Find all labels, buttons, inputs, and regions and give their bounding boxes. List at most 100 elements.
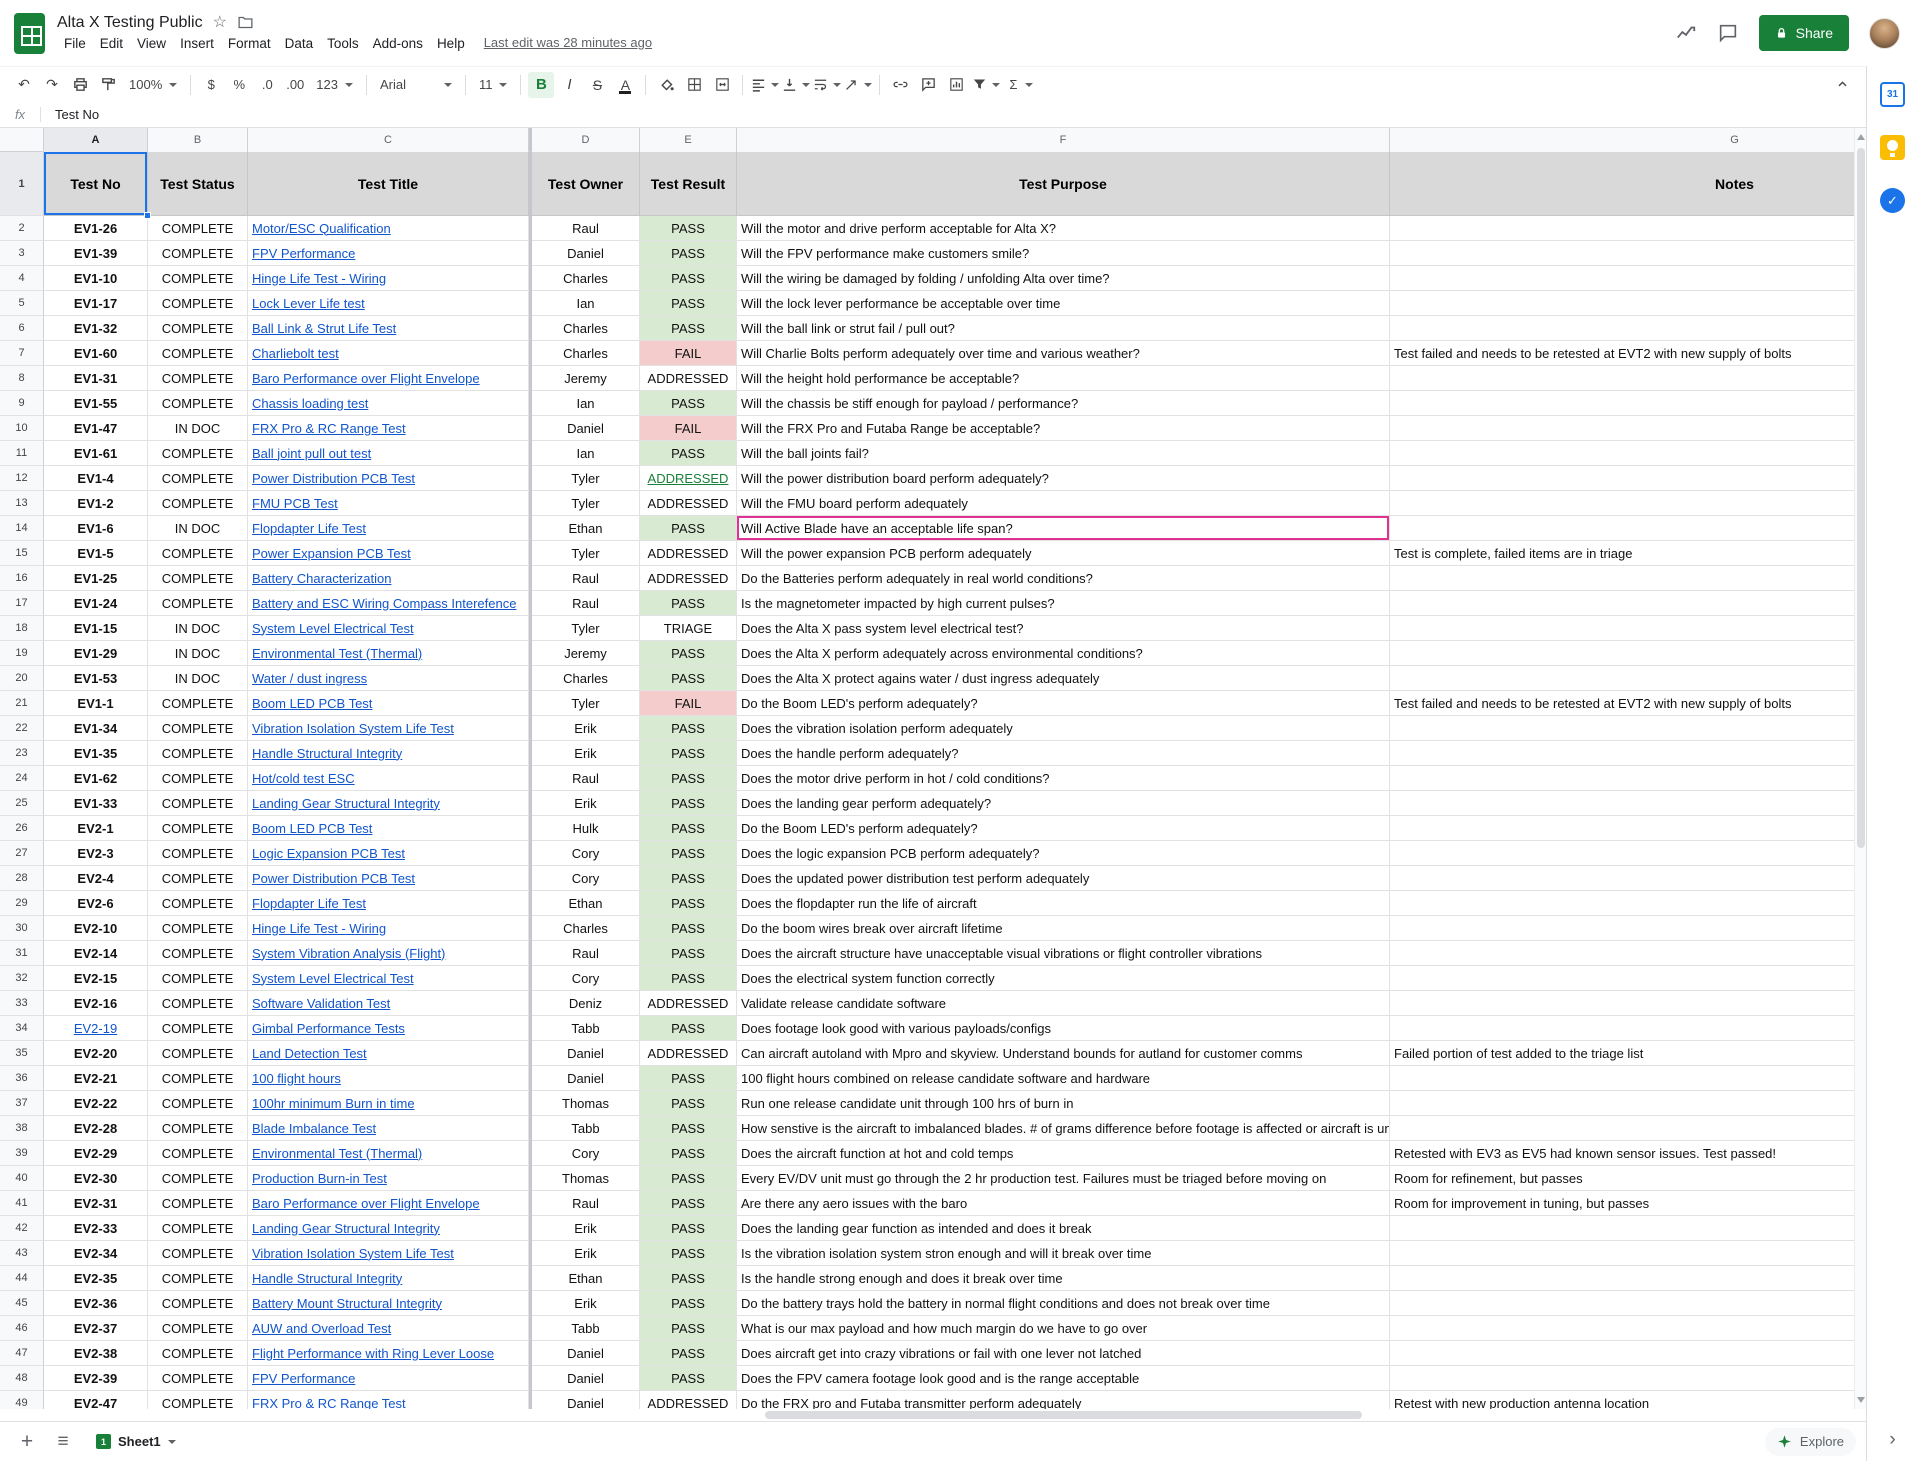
cell-B25[interactable]: COMPLETE: [148, 791, 248, 816]
cell-G4[interactable]: [1390, 266, 1866, 291]
cell-C9[interactable]: Chassis loading test: [248, 391, 529, 416]
cell-B46[interactable]: COMPLETE: [148, 1316, 248, 1341]
row-header-28[interactable]: 28: [0, 866, 44, 891]
cell-G28[interactable]: [1390, 866, 1866, 891]
row-header-16[interactable]: 16: [0, 566, 44, 591]
cell-G26[interactable]: [1390, 816, 1866, 841]
number-format-select[interactable]: 123: [309, 72, 360, 98]
vertical-scroll-thumb[interactable]: [1857, 148, 1865, 848]
cell-B40[interactable]: COMPLETE: [148, 1166, 248, 1191]
cell-A29[interactable]: EV2-6: [44, 891, 148, 916]
cell-F22[interactable]: Does the vibration isolation perform ade…: [737, 716, 1390, 741]
row-header-2[interactable]: 2: [0, 216, 44, 241]
menu-edit[interactable]: Edit: [93, 34, 130, 53]
cell-E31[interactable]: PASS: [640, 941, 737, 966]
cell-C1[interactable]: Test Title: [248, 152, 529, 216]
cell-C21[interactable]: Boom LED PCB Test: [248, 691, 529, 716]
cell-G43[interactable]: [1390, 1241, 1866, 1266]
cell-D11[interactable]: Ian: [532, 441, 640, 466]
cell-D25[interactable]: Erik: [532, 791, 640, 816]
cell-A23[interactable]: EV1-35: [44, 741, 148, 766]
cell-E20[interactable]: PASS: [640, 666, 737, 691]
cell-A17[interactable]: EV1-24: [44, 591, 148, 616]
cell-B29[interactable]: COMPLETE: [148, 891, 248, 916]
comment-history-icon[interactable]: [1717, 22, 1739, 44]
cell-A7[interactable]: EV1-60: [44, 341, 148, 366]
cell-A44[interactable]: EV2-35: [44, 1266, 148, 1291]
cell-F21[interactable]: Do the Boom LED's perform adequately?: [737, 691, 1390, 716]
row-header-44[interactable]: 44: [0, 1266, 44, 1291]
horizontal-scroll-thumb[interactable]: [765, 1411, 1362, 1419]
vertical-scrollbar[interactable]: [1854, 128, 1866, 1409]
cell-G41[interactable]: Room for improvement in tuning, but pass…: [1390, 1191, 1866, 1216]
cell-F39[interactable]: Does the aircraft function at hot and co…: [737, 1141, 1390, 1166]
star-icon[interactable]: ☆: [213, 15, 227, 31]
cell-B43[interactable]: COMPLETE: [148, 1241, 248, 1266]
cell-D17[interactable]: Raul: [532, 591, 640, 616]
cell-B32[interactable]: COMPLETE: [148, 966, 248, 991]
cell-C38[interactable]: Blade Imbalance Test: [248, 1116, 529, 1141]
row-header-43[interactable]: 43: [0, 1241, 44, 1266]
row-header-34[interactable]: 34: [0, 1016, 44, 1041]
cell-E2[interactable]: PASS: [640, 216, 737, 241]
cell-C20[interactable]: Water / dust ingress: [248, 666, 529, 691]
cell-D5[interactable]: Ian: [532, 291, 640, 316]
cell-B35[interactable]: COMPLETE: [148, 1041, 248, 1066]
cell-F44[interactable]: Is the handle strong enough and does it …: [737, 1266, 1390, 1291]
column-header-G[interactable]: G: [1390, 128, 1866, 152]
cell-C15[interactable]: Power Expansion PCB Test: [248, 541, 529, 566]
cell-G7[interactable]: Test failed and needs to be retested at …: [1390, 341, 1866, 366]
cell-F19[interactable]: Does the Alta X perform adequately acros…: [737, 641, 1390, 666]
cell-F12[interactable]: Will the power distribution board perfor…: [737, 466, 1390, 491]
cell-F13[interactable]: Will the FMU board perform adequately: [737, 491, 1390, 516]
cell-D7[interactable]: Charles: [532, 341, 640, 366]
row-header-10[interactable]: 10: [0, 416, 44, 441]
cell-E18[interactable]: TRIAGE: [640, 616, 737, 641]
cell-A22[interactable]: EV1-34: [44, 716, 148, 741]
row-header-46[interactable]: 46: [0, 1316, 44, 1341]
cell-G39[interactable]: Retested with EV3 as EV5 had known senso…: [1390, 1141, 1866, 1166]
cell-B26[interactable]: COMPLETE: [148, 816, 248, 841]
cell-C19[interactable]: Environmental Test (Thermal): [248, 641, 529, 666]
cell-E30[interactable]: PASS: [640, 916, 737, 941]
cell-E24[interactable]: PASS: [640, 766, 737, 791]
cell-E32[interactable]: PASS: [640, 966, 737, 991]
cell-E7[interactable]: FAIL: [640, 341, 737, 366]
cell-E4[interactable]: PASS: [640, 266, 737, 291]
cell-C46[interactable]: AUW and Overload Test: [248, 1316, 529, 1341]
cell-A48[interactable]: EV2-39: [44, 1366, 148, 1391]
cell-D39[interactable]: Cory: [532, 1141, 640, 1166]
cell-G35[interactable]: Failed portion of test added to the tria…: [1390, 1041, 1866, 1066]
cell-F43[interactable]: Is the vibration isolation system stron …: [737, 1241, 1390, 1266]
merge-cells-button[interactable]: [709, 72, 735, 98]
cell-F36[interactable]: 100 flight hours combined on release can…: [737, 1066, 1390, 1091]
cell-G19[interactable]: [1390, 641, 1866, 666]
cell-C24[interactable]: Hot/cold test ESC: [248, 766, 529, 791]
cell-C2[interactable]: Motor/ESC Qualification: [248, 216, 529, 241]
cell-B38[interactable]: COMPLETE: [148, 1116, 248, 1141]
cell-F14[interactable]: Will Active Blade have an acceptable lif…: [737, 516, 1390, 541]
cell-D45[interactable]: Erik: [532, 1291, 640, 1316]
cell-E26[interactable]: PASS: [640, 816, 737, 841]
cell-A34[interactable]: EV2-19: [44, 1016, 148, 1041]
cell-D38[interactable]: Tabb: [532, 1116, 640, 1141]
cell-E49[interactable]: ADDRESSED: [640, 1391, 737, 1409]
cell-A26[interactable]: EV2-1: [44, 816, 148, 841]
cell-F15[interactable]: Will the power expansion PCB perform ade…: [737, 541, 1390, 566]
cell-B17[interactable]: COMPLETE: [148, 591, 248, 616]
cell-D41[interactable]: Raul: [532, 1191, 640, 1216]
cell-G2[interactable]: [1390, 216, 1866, 241]
cell-A13[interactable]: EV1-2: [44, 491, 148, 516]
cell-G11[interactable]: [1390, 441, 1866, 466]
cell-F47[interactable]: Does aircraft get into crazy vibrations …: [737, 1341, 1390, 1366]
cell-E46[interactable]: PASS: [640, 1316, 737, 1341]
cell-A36[interactable]: EV2-21: [44, 1066, 148, 1091]
cell-B23[interactable]: COMPLETE: [148, 741, 248, 766]
cell-C48[interactable]: FPV Performance: [248, 1366, 529, 1391]
row-header-26[interactable]: 26: [0, 816, 44, 841]
cell-A47[interactable]: EV2-38: [44, 1341, 148, 1366]
cell-C28[interactable]: Power Distribution PCB Test: [248, 866, 529, 891]
cell-A4[interactable]: EV1-10: [44, 266, 148, 291]
cell-F6[interactable]: Will the ball link or strut fail / pull …: [737, 316, 1390, 341]
column-header-D[interactable]: D: [532, 128, 640, 152]
